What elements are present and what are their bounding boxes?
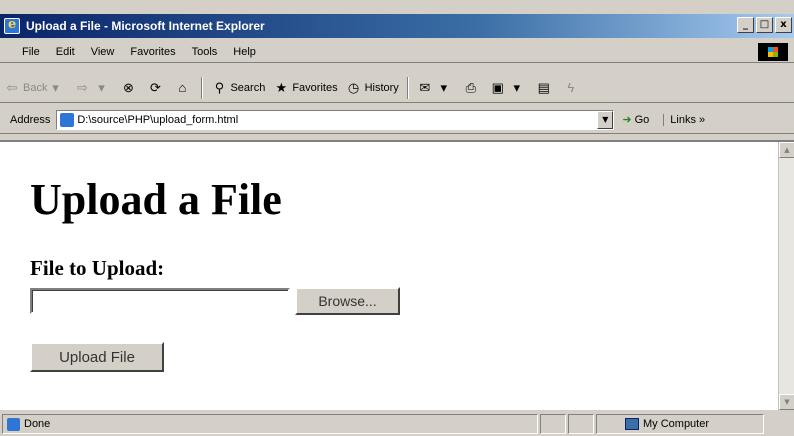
standard-toolbar: ⇦ Back ▾ ⇨ ▾ ⊗ ⟳ ⌂ ⚲ Search ★ Favorites … bbox=[0, 73, 794, 103]
stop-button[interactable]: ⊗ bbox=[116, 80, 143, 96]
favorites-button[interactable]: ★ Favorites bbox=[269, 80, 341, 96]
menu-edit[interactable]: Edit bbox=[48, 46, 83, 58]
scroll-up-arrow-icon[interactable]: ▲ bbox=[779, 142, 794, 158]
forward-button[interactable]: ⇨ ▾ bbox=[70, 80, 116, 96]
page-status-icon bbox=[7, 417, 20, 431]
print-button[interactable]: ⎙ bbox=[459, 80, 486, 96]
toolbar-separator bbox=[406, 76, 409, 99]
go-arrow-icon: ➜ bbox=[622, 114, 632, 126]
page-icon bbox=[60, 112, 75, 127]
mail-button[interactable]: ✉ ▾ bbox=[413, 80, 459, 96]
address-dropdown-button[interactable]: ▼ bbox=[597, 110, 614, 129]
menu-tools[interactable]: Tools bbox=[184, 46, 226, 58]
lightning-icon: ϟ bbox=[567, 79, 575, 95]
close-button[interactable]: x bbox=[775, 17, 792, 33]
title-bar[interactable]: Upload a File - Microsoft Internet Explo… bbox=[0, 14, 794, 38]
menu-view[interactable]: View bbox=[83, 46, 123, 58]
file-upload-label: File to Upload: bbox=[30, 256, 165, 280]
scroll-down-arrow-icon[interactable]: ▼ bbox=[779, 394, 794, 410]
computer-icon bbox=[625, 418, 639, 430]
home-button[interactable]: ⌂ bbox=[170, 80, 197, 96]
minimize-button[interactable]: _ bbox=[737, 17, 754, 33]
search-label: Search bbox=[230, 81, 266, 94]
zone-label: My Computer bbox=[643, 418, 710, 430]
chevron-down-icon: ▾ bbox=[98, 79, 105, 95]
refresh-icon: ⟳ bbox=[150, 79, 161, 95]
discuss-button[interactable]: ▤ bbox=[532, 80, 559, 96]
vertical-scrollbar[interactable]: ▲ ▼ bbox=[778, 142, 794, 410]
go-button[interactable]: ➜ Go bbox=[622, 113, 650, 127]
chevron-down-icon: ▾ bbox=[513, 79, 521, 95]
menu-file[interactable]: File bbox=[14, 46, 48, 58]
menu-help[interactable]: Help bbox=[225, 46, 264, 58]
address-bar: Address D:\source\PHP\upload_form.html ▼… bbox=[0, 106, 794, 134]
window-controls: _ □ x bbox=[737, 17, 792, 33]
edit-button[interactable]: ▣ ▾ bbox=[486, 80, 532, 96]
search-icon: ⚲ bbox=[214, 79, 225, 95]
window-title: Upload a File - Microsoft Internet Explo… bbox=[26, 19, 265, 33]
chevron-down-icon: ▾ bbox=[52, 79, 59, 95]
favorites-label: Favorites bbox=[292, 81, 338, 94]
mail-icon: ✉ bbox=[419, 79, 431, 95]
menu-bar: File Edit View Favorites Tools Help bbox=[0, 41, 794, 63]
ie-logo-icon bbox=[4, 17, 20, 34]
home-icon: ⌂ bbox=[178, 79, 187, 95]
browse-button[interactable]: Browse... bbox=[295, 287, 400, 315]
stop-icon: ⊗ bbox=[123, 79, 134, 95]
status-bar: Done My Computer bbox=[0, 412, 794, 436]
toolbar-separator bbox=[201, 76, 204, 99]
address-label: Address bbox=[10, 113, 51, 126]
back-button[interactable]: ⇦ Back ▾ bbox=[0, 80, 70, 96]
discuss-icon: ▤ bbox=[537, 79, 550, 95]
file-path-input[interactable] bbox=[30, 288, 290, 314]
page-viewport: Upload a File File to Upload: Browse... … bbox=[0, 140, 794, 410]
status-cell bbox=[540, 414, 566, 434]
edit-page-icon: ▣ bbox=[491, 79, 504, 95]
status-cell bbox=[568, 414, 594, 434]
status-panel: Done bbox=[2, 414, 538, 434]
forward-arrow-icon: ⇨ bbox=[77, 79, 88, 95]
maximize-button[interactable]: □ bbox=[756, 17, 773, 33]
back-arrow-icon: ⇦ bbox=[6, 79, 18, 95]
search-button[interactable]: ⚲ Search bbox=[207, 80, 269, 96]
chevron-down-icon: ▾ bbox=[440, 79, 448, 95]
favorites-icon: ★ bbox=[275, 79, 288, 95]
browser-window: Upload a File - Microsoft Internet Explo… bbox=[0, 0, 794, 436]
page-heading: Upload a File bbox=[30, 175, 282, 224]
status-text: Done bbox=[24, 418, 51, 430]
go-label: Go bbox=[634, 113, 650, 126]
upload-file-button[interactable]: Upload File bbox=[30, 342, 164, 372]
address-input[interactable]: D:\source\PHP\upload_form.html ▼ bbox=[56, 109, 615, 130]
security-zone: My Computer bbox=[596, 414, 764, 434]
windows-logo-icon bbox=[758, 43, 788, 61]
menu-favorites[interactable]: Favorites bbox=[122, 46, 183, 58]
history-button[interactable]: ◷ History bbox=[342, 80, 403, 96]
refresh-button[interactable]: ⟳ bbox=[143, 80, 170, 96]
history-icon: ◷ bbox=[347, 79, 360, 95]
history-label: History bbox=[364, 81, 399, 94]
address-value: D:\source\PHP\upload_form.html bbox=[77, 113, 239, 126]
links-button[interactable]: Links » bbox=[663, 113, 705, 126]
messenger-button[interactable]: ϟ bbox=[559, 80, 586, 96]
back-label: Back bbox=[23, 81, 48, 94]
print-icon: ⎙ bbox=[465, 79, 477, 95]
